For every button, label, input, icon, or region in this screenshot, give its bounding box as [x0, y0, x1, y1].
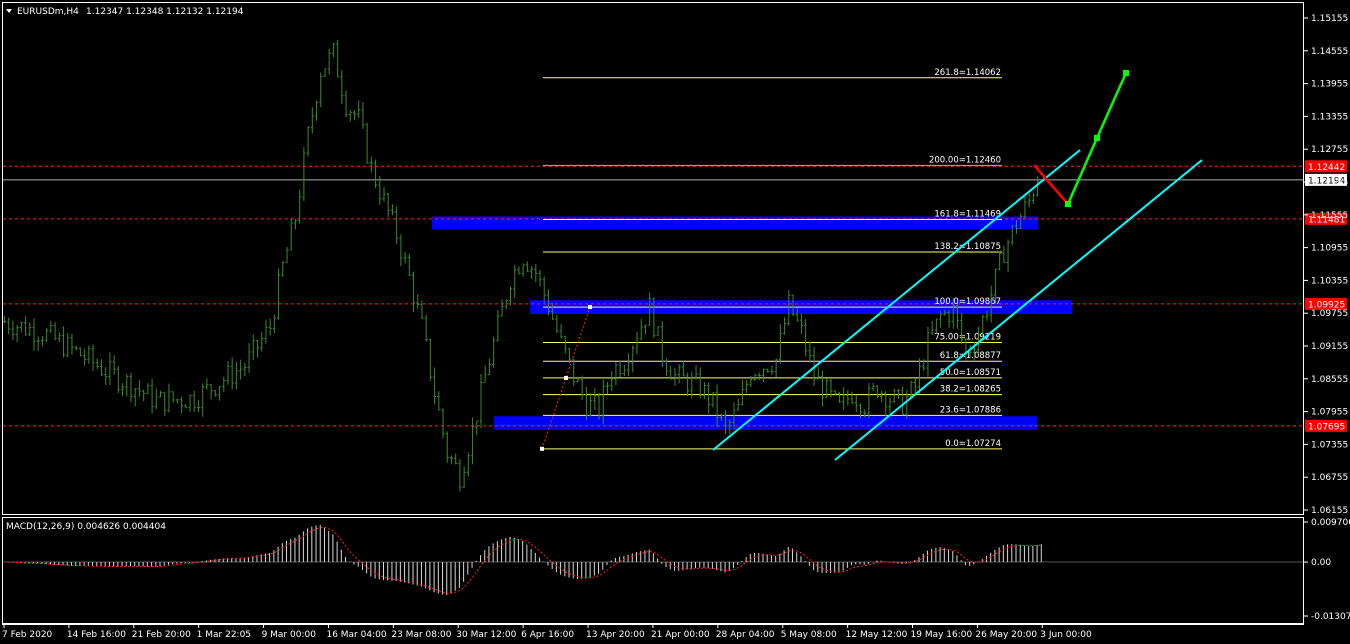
time-tick-label: 9 Mar 00:00: [262, 630, 317, 640]
support-resistance-zone: [494, 416, 1037, 430]
price-tick-label: 1.06755: [1311, 473, 1348, 483]
projection-point: [1065, 201, 1071, 207]
price-tick-label: 1.09155: [1311, 342, 1348, 352]
fib-level-label: 50.0=1.08571: [940, 368, 1001, 378]
price-tick-label: 1.10955: [1311, 244, 1348, 254]
fib-anchor-point: [540, 446, 544, 451]
channel-line-upper: [712, 149, 1081, 451]
price-tick-label: 1.11555: [1311, 211, 1348, 221]
macd-tick-label: 0.009706: [1311, 518, 1350, 528]
fib-anchor-point: [588, 305, 592, 310]
price-tag-label: 1.12442: [1308, 163, 1345, 173]
fib-level-label: 23.6=1.07886: [940, 405, 1001, 415]
fib-level-label: 161.8=1.11469: [934, 210, 1001, 220]
price-tick-label: 1.08555: [1311, 375, 1348, 385]
price-tick-label: 1.13355: [1311, 112, 1348, 122]
projection-point: [1094, 135, 1100, 141]
fib-level-label: 38.2=1.08265: [940, 385, 1001, 395]
ohlc-values: 1.12347 1.12348 1.12132 1.12194: [86, 7, 244, 17]
price-tag-label: 1.07695: [1308, 422, 1345, 432]
time-tick-label: 19 May 16:00: [911, 630, 973, 640]
time-tick-label: 3 Jun 00:00: [1040, 630, 1092, 640]
fib-anchor-point: [564, 375, 568, 380]
time-tick-label: 21 Feb 20:00: [132, 630, 191, 640]
macd-header-label: MACD(12,26,9) 0.004626 0.004404: [6, 522, 166, 532]
price-tick-label: 1.09755: [1311, 309, 1348, 319]
time-tick-label: 23 Mar 08:00: [391, 630, 451, 640]
time-tick-label: 28 Apr 04:00: [716, 630, 775, 640]
time-tick-label: 30 Mar 12:00: [456, 630, 516, 640]
projection-point: [1123, 70, 1129, 76]
time-tick-label: 16 Mar 04:00: [326, 630, 386, 640]
time-tick-label: 5 May 08:00: [781, 630, 837, 640]
macd-tick-label: -0.013075: [1311, 612, 1350, 622]
price-tick-label: 1.14555: [1311, 47, 1348, 57]
price-tick-label: 1.10355: [1311, 276, 1348, 286]
triangle-down-icon[interactable]: [6, 9, 12, 13]
price-panel-frame: [2, 2, 1304, 515]
chart-canvas[interactable]: 1.124421.114811.099251.076951.12194 261.…: [0, 0, 1350, 644]
price-tick-label: 1.07955: [1311, 408, 1348, 418]
price-tick-label: 1.06155: [1311, 506, 1348, 516]
fib-level-label: 261.8=1.14062: [934, 68, 1001, 78]
fib-level-label: 200.00=1.12460: [929, 155, 1001, 165]
time-tick-label: 7 Feb 2020: [2, 630, 53, 640]
macd-panel-frame: [2, 517, 1304, 624]
macd-tick-label: 0.00: [1311, 558, 1331, 568]
symbol-label: EURUSDm,H4: [17, 7, 79, 17]
fib-level-label: 0.0=1.07274: [945, 439, 1001, 449]
time-tick-label: 21 Apr 00:00: [651, 630, 710, 640]
time-tick-label: 6 Apr 16:00: [521, 630, 574, 640]
price-tick-label: 1.15155: [1311, 14, 1348, 24]
price-tick-label: 1.13955: [1311, 80, 1348, 90]
price-tick-label: 1.12155: [1311, 178, 1348, 188]
fib-level-label: 75.00=1.09219: [934, 333, 1001, 343]
fib-level-label: 138.2=1.10875: [934, 242, 1001, 252]
price-tick-label: 1.07355: [1311, 440, 1348, 450]
time-tick-label: 1 Mar 22:05: [197, 630, 251, 640]
time-tick-label: 26 May 20:00: [975, 630, 1037, 640]
time-tick-label: 12 May 12:00: [846, 630, 908, 640]
time-tick-label: 14 Feb 16:00: [67, 630, 126, 640]
price-tick-label: 1.12755: [1311, 145, 1348, 155]
time-tick-label: 13 Apr 20:00: [586, 630, 645, 640]
